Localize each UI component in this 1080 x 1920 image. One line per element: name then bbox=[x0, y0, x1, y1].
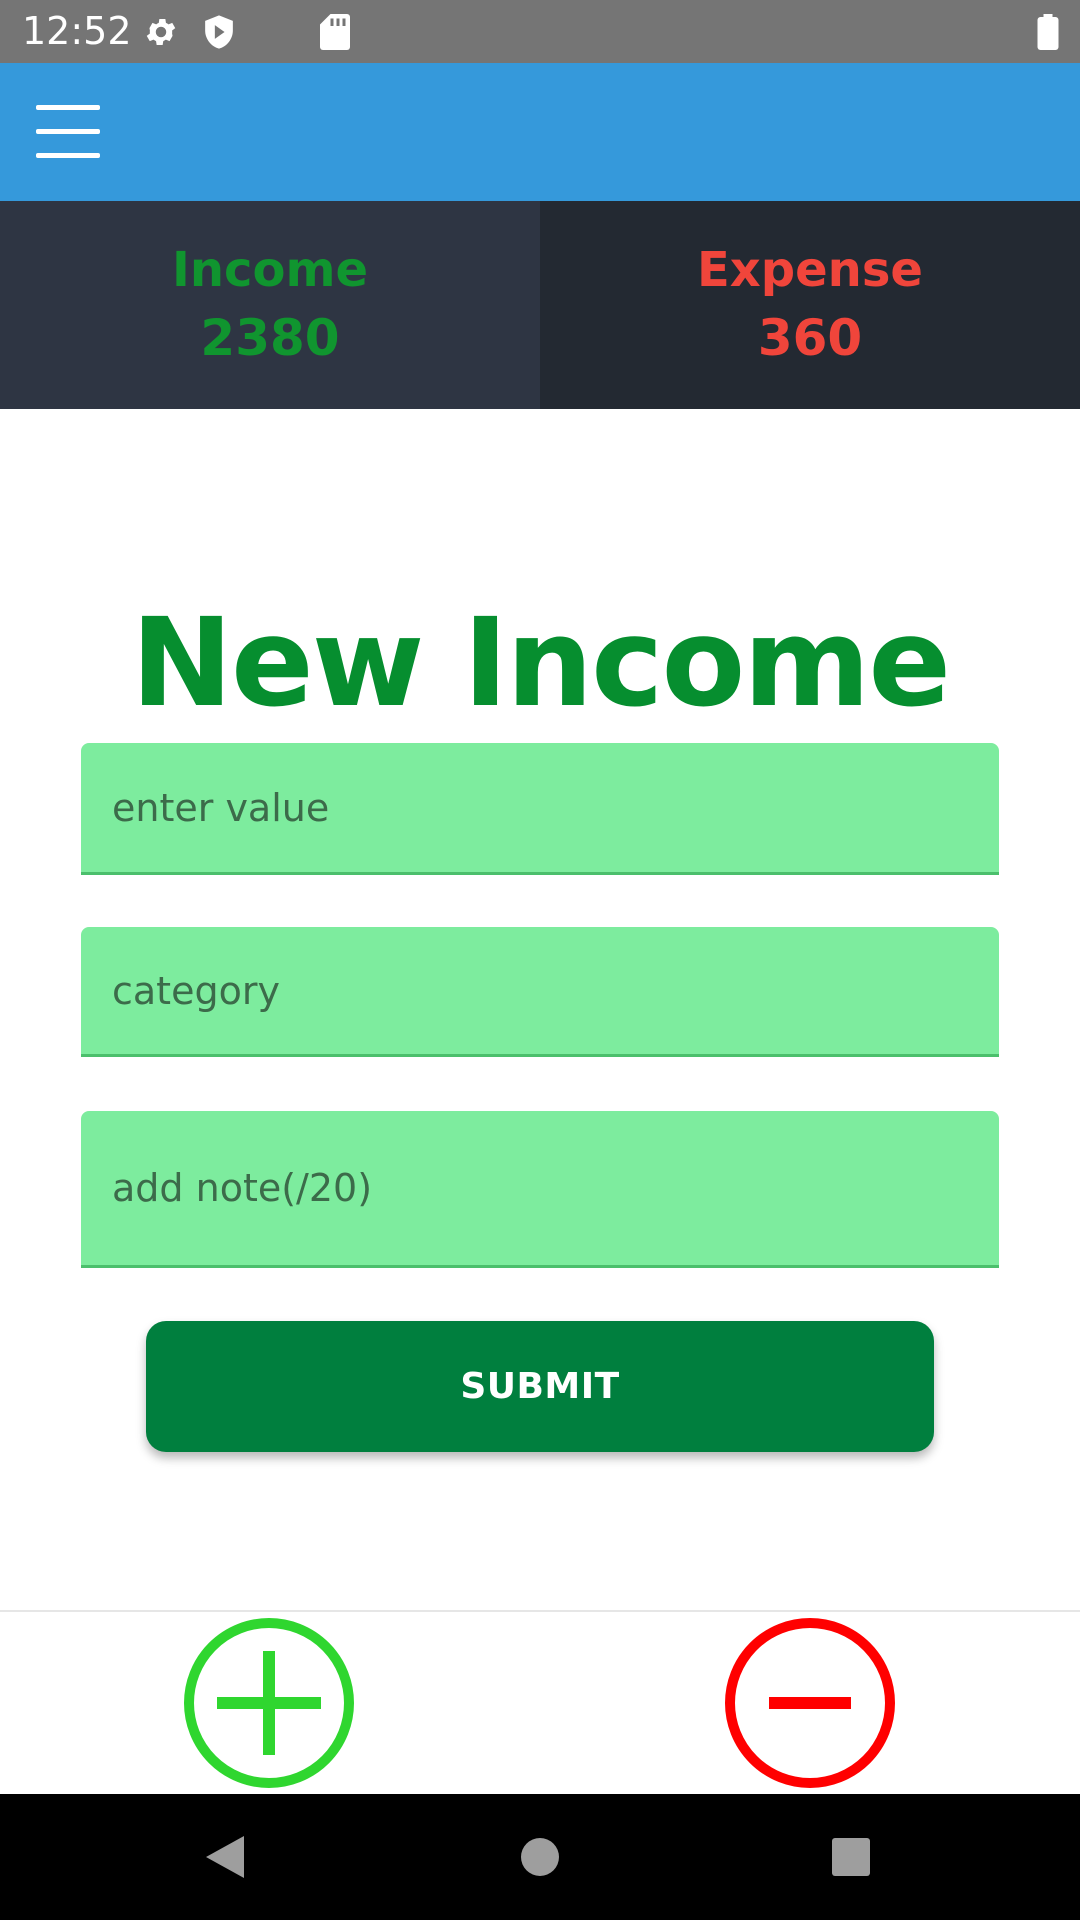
expense-summary: Expense 360 bbox=[540, 201, 1080, 409]
app-bar bbox=[0, 63, 1080, 201]
value-field bbox=[81, 743, 999, 875]
plus-circle-icon[interactable] bbox=[183, 1617, 355, 1789]
back-icon[interactable] bbox=[204, 1834, 246, 1880]
income-total: 2380 bbox=[200, 309, 340, 367]
submit-button[interactable]: SUBMIT bbox=[146, 1321, 934, 1452]
home-icon[interactable] bbox=[520, 1837, 560, 1877]
system-navigation-bar bbox=[0, 1794, 1080, 1920]
sd-card-icon bbox=[320, 14, 350, 50]
balance-summary: Income 2380 Expense 360 bbox=[0, 201, 1080, 409]
income-label: Income bbox=[171, 242, 369, 298]
income-summary: Income 2380 bbox=[0, 201, 540, 409]
hamburger-menu-icon[interactable] bbox=[36, 105, 100, 159]
page-title: New Income bbox=[130, 592, 951, 734]
status-bar: 12:52 bbox=[0, 0, 1080, 63]
expense-total: 360 bbox=[757, 309, 863, 367]
note-field bbox=[81, 1111, 999, 1268]
category-input[interactable] bbox=[81, 927, 999, 1054]
minus-circle-icon[interactable] bbox=[724, 1617, 896, 1789]
battery-icon bbox=[1037, 14, 1059, 50]
shield-icon bbox=[205, 15, 233, 49]
expense-label: Expense bbox=[697, 242, 923, 298]
settings-gear-icon bbox=[146, 18, 176, 46]
note-input[interactable] bbox=[81, 1111, 999, 1265]
recents-icon[interactable] bbox=[831, 1837, 871, 1877]
status-time: 12:52 bbox=[22, 9, 132, 53]
value-input[interactable] bbox=[81, 743, 999, 872]
category-field bbox=[81, 927, 999, 1057]
bottom-actions bbox=[0, 1610, 1080, 1796]
